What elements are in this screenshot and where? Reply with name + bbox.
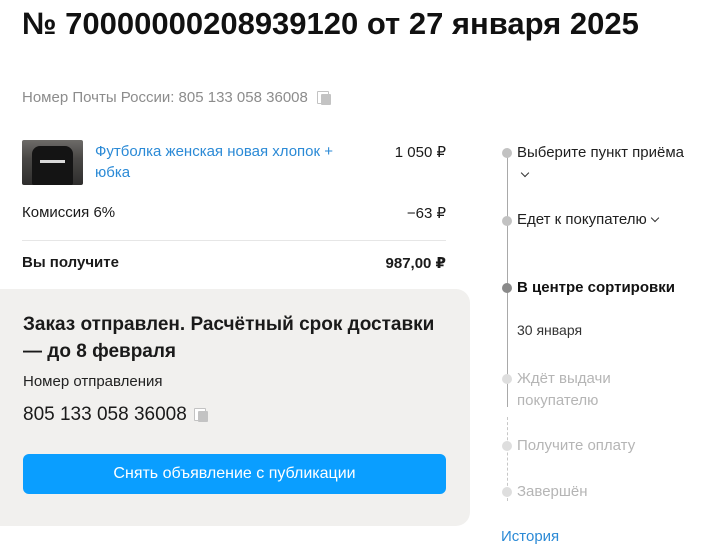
status-title: Заказ отправлен. Расчётный срок доставки…	[23, 314, 435, 362]
status-card: Заказ отправлен. Расчётный срок доставки…	[0, 289, 470, 526]
step-dot-icon	[502, 487, 512, 497]
order-timeline: Выберите пункт приёма Едет к покупателю …	[500, 140, 700, 555]
post-number-text: Номер Почты России: 805 133 058 36008	[22, 89, 308, 106]
total-value: 987,00 ₽	[385, 255, 446, 272]
step-dot-icon	[502, 216, 512, 226]
shipment-label: Номер отправления	[23, 373, 163, 390]
shipment-number-row: 805 133 058 36008	[23, 404, 209, 426]
timeline-step-awaiting-pickup: Ждёт выдачи покупателю	[517, 370, 611, 409]
step-dot-icon	[502, 148, 512, 158]
timeline-step-date: 30 января	[517, 322, 583, 338]
commission-value: −63 ₽	[406, 205, 446, 222]
timeline-step-sorting-center: В центре сортировки	[517, 279, 675, 296]
commission-label: Комиссия 6%	[22, 204, 116, 221]
copy-icon[interactable]	[316, 90, 332, 106]
total-label: Вы получите	[22, 254, 119, 271]
chevron-down-icon	[520, 168, 530, 178]
step-dot-icon	[502, 441, 512, 451]
product-price: 1 050 ₽	[394, 144, 446, 161]
timeline-step-completed: Завершён	[517, 483, 588, 500]
commission-row: Комиссия 6% −63 ₽	[22, 204, 446, 226]
chevron-down-icon	[650, 213, 659, 223]
timeline-step-get-payment: Получите оплату	[517, 437, 636, 454]
divider	[22, 240, 446, 241]
post-number-row: Номер Почты России: 805 133 058 36008	[22, 89, 332, 106]
total-row: Вы получите 987,00 ₽	[22, 254, 446, 276]
product-thumbnail[interactable]	[22, 140, 83, 185]
page-title: № 70000000208939120 от 27 января 2025	[22, 6, 639, 41]
step-dot-icon	[502, 283, 512, 293]
step-dot-icon	[502, 374, 512, 384]
shipment-number: 805 133 058 36008	[23, 404, 187, 425]
unpublish-button[interactable]: Снять объявление с публикации	[23, 454, 446, 494]
copy-icon[interactable]	[193, 407, 209, 423]
timeline-step-in-transit[interactable]: Едет к покупателю	[517, 209, 687, 231]
product-name-link[interactable]: Футболка женская новая хлопок + юбка	[95, 141, 357, 183]
timeline-step-select-point[interactable]: Выберите пункт приёма	[517, 142, 687, 186]
history-link[interactable]: История	[501, 528, 559, 545]
